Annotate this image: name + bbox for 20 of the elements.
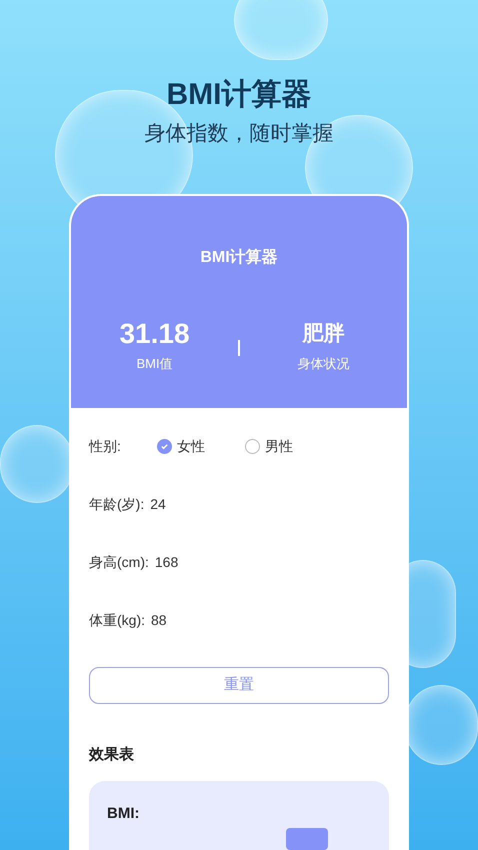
bmi-label: BMI: <box>107 804 140 824</box>
results-title: 效果表 <box>89 745 135 765</box>
bmi-marker-badge <box>286 828 328 850</box>
field-label: 年龄(岁): <box>89 494 144 514</box>
app-subtitle: 身体指数，随时掌握 <box>144 121 334 147</box>
field-label: 体重(kg): <box>89 610 145 630</box>
gender-radio[interactable]: 男性 <box>245 436 333 456</box>
stat-value: 31.18 <box>119 317 190 351</box>
stat-value: 肥胖 <box>302 321 344 347</box>
stat-label: 身体状况 <box>298 355 350 373</box>
input-field[interactable]: 88 <box>151 610 167 630</box>
input-field[interactable]: 24 <box>150 494 166 514</box>
stat-label: BMI值 <box>136 355 173 373</box>
input-field[interactable]: 168 <box>154 552 178 572</box>
gender-radio[interactable]: 女性 <box>157 436 245 456</box>
field-label: 身高(cm): <box>89 552 149 572</box>
card-title: BMI计算器 <box>200 248 278 268</box>
divider-line <box>238 340 240 356</box>
gender-label: 性别: <box>89 436 122 456</box>
app-title: BMI计算器 <box>166 77 312 113</box>
